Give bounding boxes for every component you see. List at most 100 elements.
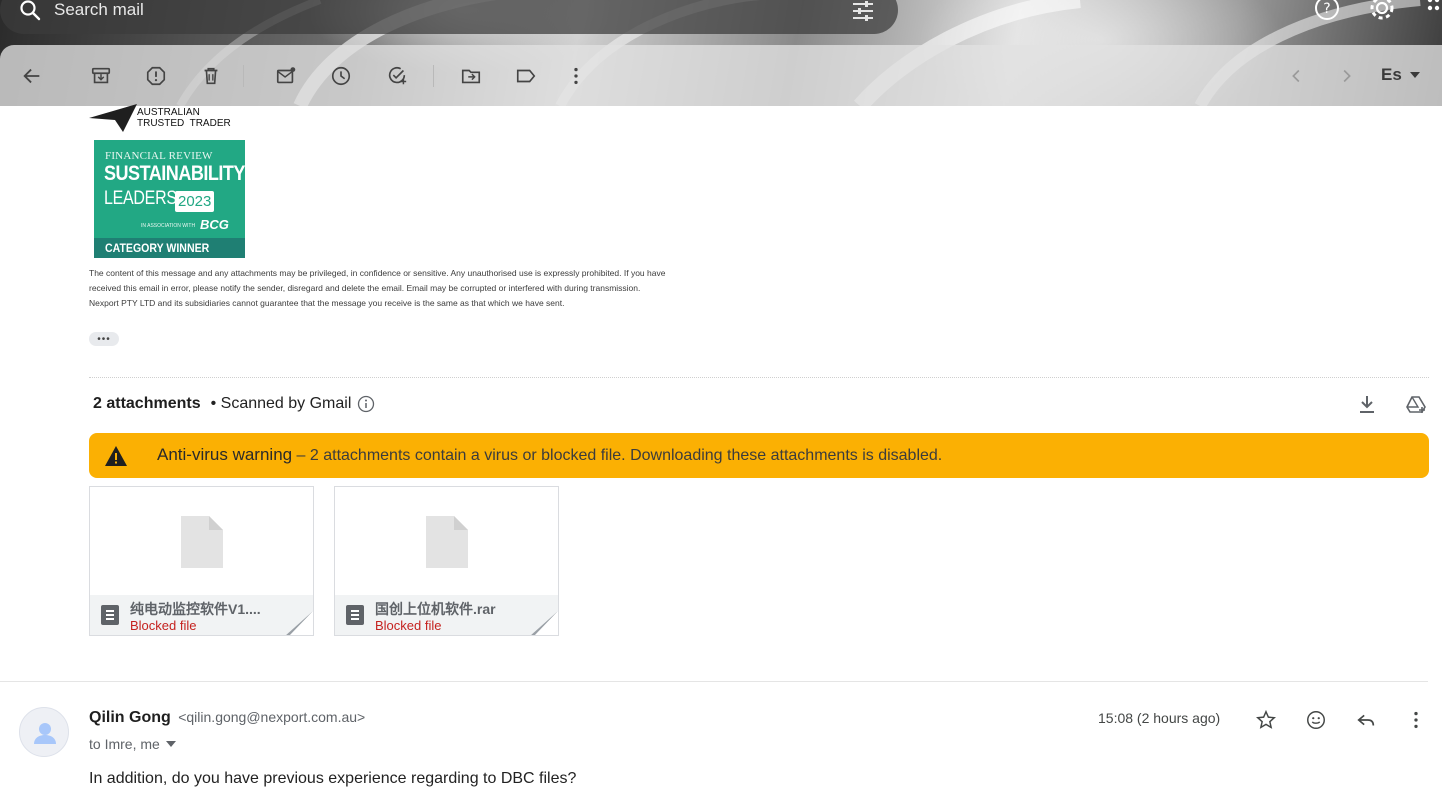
snooze-button[interactable] — [329, 64, 353, 88]
recipients-toggle[interactable]: to Imre, me — [89, 736, 176, 752]
reply-button[interactable] — [1354, 708, 1378, 732]
warning-title: Anti-virus warning — [157, 445, 293, 464]
label-icon — [516, 69, 536, 83]
avatar[interactable] — [19, 707, 69, 757]
attachments-header: 2 attachments • Scanned by Gmail — [93, 395, 375, 413]
trusted-trader-line: TRUSTED TRADER — [137, 118, 231, 129]
attachment-name: 纯电动监控软件V1.... — [130, 601, 261, 617]
search-icon[interactable] — [18, 0, 42, 22]
toolbar-separator — [243, 65, 244, 87]
input-language-label: Es — [1381, 65, 1402, 84]
file-icon — [181, 516, 223, 568]
message-divider — [0, 681, 1428, 682]
message-body: In addition, do you have previous experi… — [89, 770, 577, 787]
delete-button[interactable] — [199, 64, 223, 88]
tune-icon[interactable] — [850, 0, 876, 24]
gmail-message-view: Search mail ? Es AUSTRALIAN TRUSTED TRAD… — [0, 0, 1442, 807]
badge-footer-label: CATEGORY WINNER — [105, 241, 210, 255]
attachment-card[interactable]: 纯电动监控软件V1.... Blocked file — [89, 486, 314, 636]
email-disclaimer: The content of this message and any atta… — [89, 266, 779, 311]
info-icon[interactable] — [357, 395, 375, 413]
gear-icon[interactable] — [1368, 0, 1396, 22]
attachment-name: 国创上位机软件.rar — [375, 601, 496, 617]
attachment-footer: 纯电动监控软件V1.... Blocked file — [90, 595, 313, 635]
chevron-left-icon — [1292, 69, 1300, 83]
svg-text:?: ? — [1323, 1, 1330, 17]
search-input[interactable]: Search mail — [54, 0, 144, 20]
file-icon — [426, 516, 468, 568]
disclaimer-line: The content of this message and any atta… — [89, 268, 666, 278]
page-fold-icon — [531, 611, 558, 635]
warning-message: Anti-virus warning – 2 attachments conta… — [157, 445, 942, 465]
emoji-icon — [1307, 711, 1325, 729]
mark-unread-icon — [276, 67, 296, 84]
labels-button[interactable] — [514, 64, 538, 88]
archive-icon — [91, 67, 111, 84]
download-all-icon[interactable] — [1355, 392, 1379, 416]
attachment-preview — [335, 487, 558, 595]
search-bar[interactable]: Search mail — [0, 0, 898, 34]
input-tools-button[interactable]: Es — [1381, 65, 1420, 85]
trusted-trader-text: AUSTRALIAN TRUSTED TRADER — [137, 107, 231, 129]
star-button[interactable] — [1254, 708, 1278, 732]
trash-icon — [204, 67, 218, 85]
more-vert-icon — [1414, 711, 1418, 729]
report-icon — [146, 66, 166, 86]
badge-assoc: IN ASSOCIATION WITH — [141, 223, 196, 229]
badge-line: SUSTAINABILITY — [104, 162, 245, 185]
scanned-by-gmail: • Scanned by Gmail — [210, 395, 352, 412]
attachment-footer: 国创上位机软件.rar Blocked file — [335, 595, 558, 635]
caret-down-icon — [165, 741, 176, 747]
badge-footer: CATEGORY WINNER — [94, 238, 245, 258]
archive-file-icon — [346, 605, 364, 625]
message-more-button[interactable] — [1404, 708, 1428, 732]
sender-line: Qilin Gong <qilin.gong@nexport.com.au> — [89, 709, 365, 727]
arrow-back-icon — [23, 68, 40, 84]
reply-icon — [1357, 714, 1375, 726]
disclaimer-line: Nexport PTY LTD and its subsidiaries can… — [89, 298, 565, 308]
newer-button[interactable] — [1285, 64, 1309, 88]
page-fold-icon — [286, 611, 313, 635]
archive-file-icon — [101, 605, 119, 625]
trusted-trader-line: AUSTRALIAN — [137, 107, 200, 118]
add-task-icon — [388, 66, 407, 85]
more-actions-button[interactable] — [564, 64, 588, 88]
show-trimmed-content-button[interactable]: ••• — [89, 332, 119, 346]
toolbar-separator — [433, 65, 434, 87]
recipients-label: to Imre, me — [89, 736, 160, 752]
emoji-reaction-button[interactable] — [1304, 708, 1328, 732]
disclaimer-line: received this email in error, please not… — [89, 283, 641, 293]
attachments-divider — [89, 377, 1429, 378]
report-spam-button[interactable] — [144, 64, 168, 88]
badge-line: FINANCIAL REVIEW — [105, 150, 213, 162]
chevron-right-icon — [1343, 69, 1351, 83]
warning-icon — [105, 446, 127, 466]
sustainability-leaders-badge: FINANCIAL REVIEW SUSTAINABILITY LEADERS … — [94, 140, 245, 258]
message-timestamp: 15:08 (2 hours ago) — [1098, 710, 1221, 726]
badge-line: LEADERS — [104, 188, 177, 209]
caret-down-icon — [1409, 72, 1420, 78]
sender-email: <qilin.gong@nexport.com.au> — [178, 709, 366, 725]
bcg-logo: BCG — [200, 217, 229, 232]
person-icon — [34, 723, 56, 744]
clock-icon — [331, 66, 351, 86]
attachment-status: Blocked file — [130, 618, 197, 633]
move-to-icon — [461, 69, 481, 84]
move-to-button[interactable] — [459, 64, 483, 88]
back-button[interactable] — [20, 64, 44, 88]
attachments-count: 2 attachments — [93, 395, 201, 412]
anti-virus-warning-banner: Anti-virus warning – 2 attachments conta… — [89, 433, 1429, 478]
badge-year: 2023 — [175, 191, 215, 212]
help-icon[interactable]: ? — [1313, 0, 1341, 22]
message-toolbar: Es — [0, 45, 1442, 106]
apps-grid-icon[interactable] — [1426, 0, 1440, 18]
warning-detail: – 2 attachments contain a virus or block… — [292, 447, 943, 464]
older-button[interactable] — [1334, 64, 1358, 88]
mark-unread-button[interactable] — [274, 64, 298, 88]
archive-button[interactable] — [89, 64, 113, 88]
add-to-tasks-button[interactable] — [385, 64, 409, 88]
attachment-preview — [90, 487, 313, 595]
sender-name[interactable]: Qilin Gong — [89, 709, 171, 726]
add-to-drive-icon[interactable] — [1404, 393, 1428, 417]
attachment-card[interactable]: 国创上位机软件.rar Blocked file — [334, 486, 559, 636]
